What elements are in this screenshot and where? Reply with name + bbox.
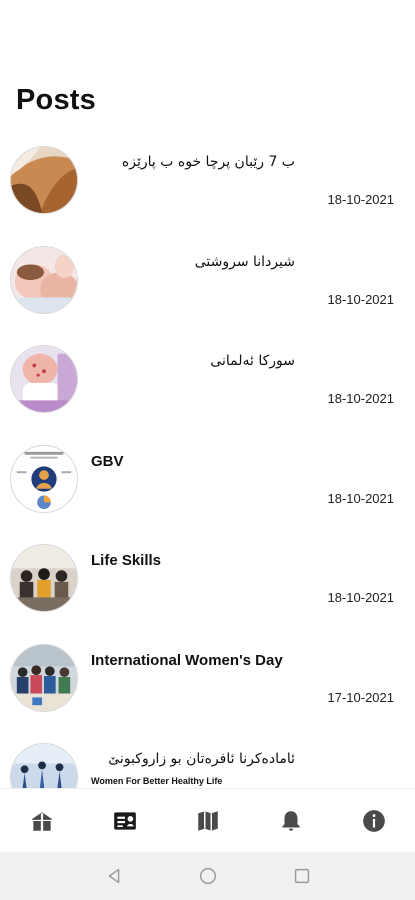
status-area <box>0 0 415 82</box>
nav-posts-button[interactable] <box>105 801 145 841</box>
page-title: Posts <box>16 84 96 116</box>
post-title: شیردانا سروشتی <box>194 253 295 270</box>
post-title: سورکا ئەلمانی <box>210 353 295 369</box>
breastfeeding-photo-thumbnail <box>10 245 78 314</box>
system-recents-button[interactable] <box>289 863 315 889</box>
post-date: 18-10-2021 <box>327 192 395 207</box>
list-item[interactable]: Life Skills 18-10-2021 <box>0 541 415 641</box>
post-date: 18-10-2021 <box>327 391 395 406</box>
nav-home-button[interactable] <box>22 801 62 841</box>
post-date: 18-10-2021 <box>327 590 395 605</box>
yoga-class-photo-thumbnail <box>10 743 78 788</box>
post-title: ب 7 رێبان پرچا خوه ب پارێزه <box>121 154 295 170</box>
list-item[interactable]: سورکا ئەلمانی 18-10-2021 <box>0 342 415 442</box>
post-date: 18-10-2021 <box>327 490 395 506</box>
post-title: Life Skills <box>91 552 162 569</box>
womens-day-photo-thumbnail <box>10 643 78 712</box>
bell-icon <box>281 810 300 831</box>
info-icon <box>362 809 385 832</box>
back-triangle-icon <box>108 868 119 884</box>
baby-measles-photo-thumbnail <box>10 345 78 413</box>
hair-photo-thumbnail <box>10 146 78 214</box>
post-date: 18-10-2021 <box>327 291 395 307</box>
nav-map-button[interactable] <box>188 801 228 841</box>
gbv-infographic-thumbnail <box>10 444 78 513</box>
system-back-button[interactable] <box>101 863 127 889</box>
list-item[interactable]: ب 7 رێبان پرچا خوه ب پارێزه 18-10-2021 <box>0 143 415 243</box>
system-navigation-bar <box>0 852 415 900</box>
post-date: 17-10-2021 <box>327 689 395 705</box>
post-subtitle: Women For Better Healthy Life <box>91 776 223 786</box>
bottom-navigation <box>0 788 415 852</box>
posts-list[interactable]: ب 7 رێبان پرچا خوه ب پارێزه 18-10-2021 ش… <box>0 143 415 788</box>
post-title: ئامادەکرنا ئافرەتان بو زاروکبونێ <box>108 751 295 767</box>
life-skills-photo-thumbnail <box>10 544 78 612</box>
nav-notifications-button[interactable] <box>271 801 311 841</box>
system-home-button[interactable] <box>195 863 221 889</box>
home-gift-icon <box>31 811 52 831</box>
list-item[interactable]: شیردانا سروشتی 18-10-2021 <box>0 243 415 343</box>
news-card-icon <box>113 811 136 830</box>
post-title: GBV <box>91 452 124 470</box>
list-item[interactable]: ئامادەکرنا ئافرەتان بو زاروکبونێ Women F… <box>0 740 415 788</box>
post-title: International Women's Day <box>91 651 283 669</box>
map-icon <box>197 810 218 831</box>
list-item[interactable]: GBV 18-10-2021 <box>0 442 415 542</box>
list-item[interactable]: International Women's Day 17-10-2021 <box>0 641 415 741</box>
recents-square-icon <box>294 868 309 884</box>
nav-info-button[interactable] <box>354 801 394 841</box>
home-circle-icon <box>199 867 216 885</box>
